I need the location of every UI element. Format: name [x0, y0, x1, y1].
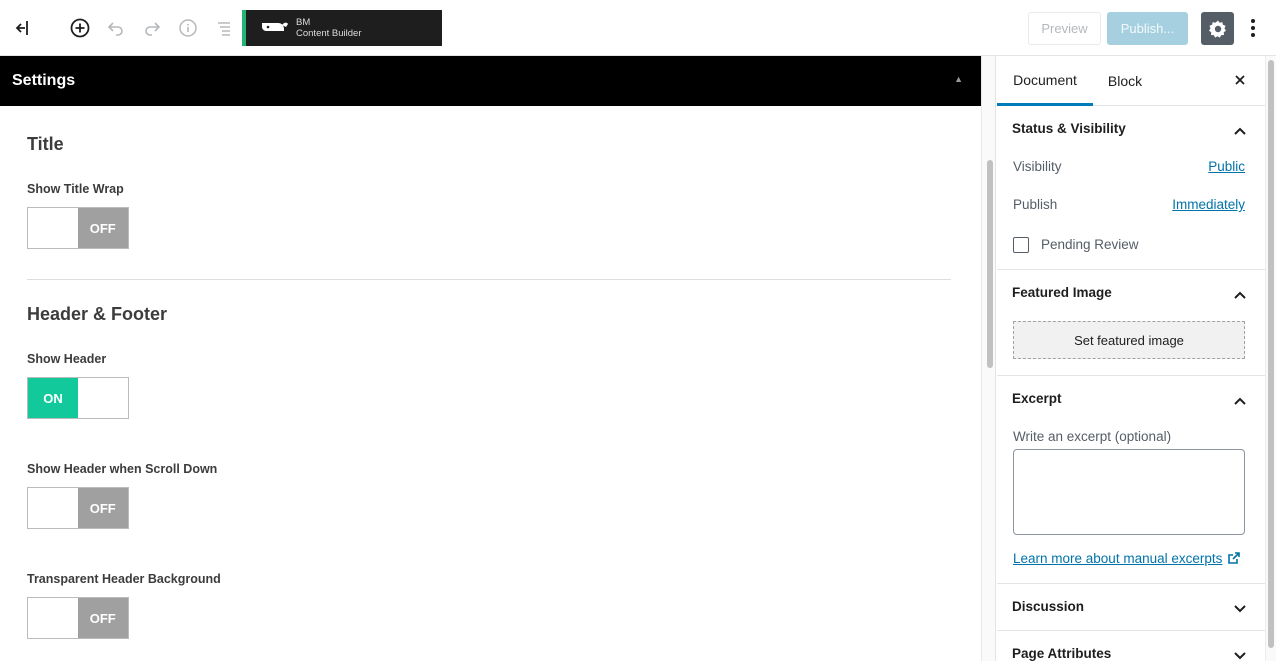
panel-discussion-title: Discussion	[1012, 599, 1085, 614]
learn-more-excerpts-link[interactable]: Learn more about manual excerpts	[1013, 551, 1222, 566]
undo-icon[interactable]	[102, 14, 130, 42]
section-divider	[27, 279, 951, 280]
toggle-state-label: ON	[28, 378, 78, 418]
sidebar-tabs: Document Block	[997, 56, 1265, 106]
sidebar-scrollbar-thumb[interactable]	[1268, 60, 1274, 648]
document-sidebar: Document Block Status & Visibility Visib…	[997, 56, 1265, 661]
field-label-show-header-scroll: Show Header when Scroll Down	[27, 462, 218, 476]
panel-excerpt-title: Excerpt	[1012, 391, 1062, 406]
panel-page-attributes-toggle[interactable]: Page Attributes	[997, 631, 1265, 661]
settings-panel-title: Settings	[12, 72, 76, 89]
chevron-down-icon	[1233, 601, 1247, 619]
set-featured-image-button[interactable]: Set featured image	[1013, 321, 1245, 359]
redo-icon[interactable]	[138, 14, 166, 42]
brand-line-1: BM	[296, 17, 311, 28]
outline-list-icon[interactable]	[210, 14, 238, 42]
panel-status-visibility-toggle[interactable]: Status & Visibility	[997, 106, 1265, 152]
toggle-transparent-header[interactable]: OFF	[27, 597, 129, 639]
chevron-up-icon	[1233, 287, 1247, 305]
info-icon[interactable]	[174, 14, 202, 42]
panel-page-attributes-title: Page Attributes	[1012, 646, 1112, 661]
toggle-state-label: OFF	[77, 208, 128, 248]
exit-icon[interactable]	[8, 14, 36, 42]
excerpt-field-label: Write an excerpt (optional)	[1013, 429, 1172, 444]
main-editor-area: Settings ▲ Title Show Title Wrap OFF Hea…	[0, 56, 981, 661]
field-label-show-title-wrap: Show Title Wrap	[27, 182, 124, 196]
excerpt-textarea[interactable]	[1013, 449, 1245, 535]
add-block-icon[interactable]	[66, 14, 94, 42]
pending-review-label[interactable]: Pending Review	[1041, 237, 1139, 252]
panel-excerpt-toggle[interactable]: Excerpt	[997, 376, 1265, 422]
preview-button[interactable]: Preview	[1028, 12, 1101, 45]
toggle-show-header-scroll[interactable]: OFF	[27, 487, 129, 529]
tab-document[interactable]: Document	[997, 56, 1093, 106]
panel-status-visibility-title: Status & Visibility	[1012, 121, 1126, 136]
panel-featured-image-toggle[interactable]: Featured Image	[997, 270, 1265, 316]
publish-label: Publish	[1013, 197, 1058, 212]
close-icon[interactable]	[1233, 73, 1247, 92]
brand-whale-icon	[262, 22, 288, 31]
panel-discussion-toggle[interactable]: Discussion	[997, 584, 1265, 630]
panel-featured-image-title: Featured Image	[1012, 285, 1112, 300]
settings-gear-icon[interactable]	[1201, 12, 1234, 45]
visibility-label: Visibility	[1013, 159, 1062, 174]
collapse-arrow-icon[interactable]: ▲	[954, 74, 963, 84]
sidebar-scrollbar[interactable]	[1265, 56, 1276, 661]
settings-panel-header[interactable]: Settings ▲	[0, 56, 981, 106]
toggle-show-header[interactable]: ON	[27, 377, 129, 419]
external-link-icon[interactable]	[1227, 551, 1241, 570]
main-scrollbar-thumb[interactable]	[987, 160, 993, 368]
publish-schedule-link[interactable]: Immediately	[1172, 197, 1245, 212]
section-title-heading: Title	[27, 134, 64, 154]
chevron-down-icon	[1233, 648, 1247, 661]
brand-line-2: Content Builder	[296, 28, 362, 39]
chevron-up-icon	[1233, 393, 1247, 411]
more-vertical-icon[interactable]	[1243, 14, 1263, 42]
tab-block[interactable]: Block	[1093, 56, 1157, 106]
toggle-show-title-wrap[interactable]: OFF	[27, 207, 129, 249]
main-scrollbar[interactable]	[981, 56, 996, 661]
field-label-show-header: Show Header	[27, 352, 107, 366]
section-header-footer-heading: Header & Footer	[27, 304, 168, 324]
pending-review-checkbox[interactable]	[1013, 237, 1029, 253]
publish-button[interactable]: Publish...	[1107, 12, 1188, 45]
field-label-transparent-header: Transparent Header Background	[27, 572, 221, 586]
visibility-link[interactable]: Public	[1208, 159, 1245, 174]
toggle-state-label: OFF	[77, 488, 128, 528]
brand-logo-block: BM Content Builder	[242, 10, 442, 46]
chevron-up-icon	[1233, 123, 1247, 141]
top-toolbar: BM Content Builder Preview Publish...	[0, 0, 1276, 56]
toggle-state-label: OFF	[77, 598, 128, 638]
